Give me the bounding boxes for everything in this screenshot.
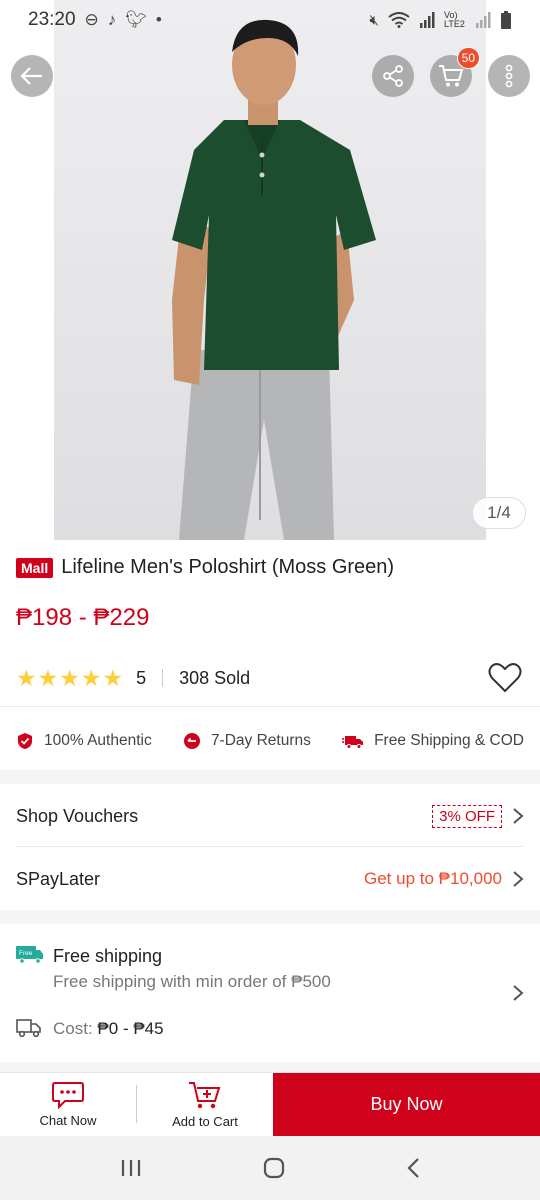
chevron-right-icon xyxy=(513,985,524,1001)
chat-now-label: Chat Now xyxy=(39,1113,97,1128)
guarantee-label: 7-Day Returns xyxy=(210,732,311,749)
cart-icon xyxy=(439,65,464,87)
delivery-truck-icon xyxy=(342,736,364,749)
chevron-right-icon xyxy=(513,808,524,824)
buy-now-label: Buy Now xyxy=(370,1094,443,1114)
voucher-tag: 3% OFF xyxy=(432,804,502,828)
status-left: 23:20 ⊖ ♪ 🐦︎ • xyxy=(28,9,162,31)
product-title-row: Mall Lifeline Men's Poloshirt (Moss Gree… xyxy=(16,556,526,579)
back-nav-icon[interactable] xyxy=(406,1157,420,1179)
guarantee-label: 100% Authentic xyxy=(44,732,152,749)
star-rating-icon: ★★★★★ xyxy=(16,664,125,691)
spaylater-row[interactable]: SPayLater Get up to ₱10,000 xyxy=(16,848,524,910)
share-icon xyxy=(383,65,403,87)
shop-vouchers-label: Shop Vouchers xyxy=(16,805,139,826)
rating-row: ★★★★★ 5 308 Sold xyxy=(16,662,526,694)
signal-2-icon xyxy=(476,12,491,28)
mute-icon: 🔇︎ xyxy=(369,11,379,29)
model-figure-image xyxy=(172,19,376,540)
lte-icon: Vo) LTE2 xyxy=(444,10,465,29)
battery-icon xyxy=(501,11,511,29)
recent-apps-icon[interactable] xyxy=(120,1158,142,1178)
status-bar: 23:20 ⊖ ♪ 🐦︎ • 🔇︎ Vo) LTE2 xyxy=(0,0,540,40)
tiktok-icon: ♪ xyxy=(107,10,117,29)
free-shipping-subtitle: Free shipping with min order of ₱500 xyxy=(53,972,331,991)
guarantee-authentic: 100% Authentic xyxy=(16,732,152,750)
add-to-cart-button[interactable]: Add to Cart xyxy=(137,1073,273,1136)
spaylater-offer: Get up to ₱10,000 xyxy=(364,869,502,888)
cart-count-badge: 50 xyxy=(456,47,480,69)
divider-line xyxy=(16,846,524,847)
like-heart-icon[interactable] xyxy=(488,662,522,694)
guarantee-row[interactable]: 100% Authentic 7-Day Returns Free Shippi… xyxy=(0,720,540,762)
divider-line xyxy=(0,706,540,707)
shipping-cost-label: Cost: xyxy=(53,1019,93,1038)
home-icon[interactable] xyxy=(262,1156,286,1180)
mall-badge: Mall xyxy=(16,557,54,578)
guarantee-shipping: Free Shipping & COD xyxy=(342,732,524,750)
twitter-icon: 🐦︎ xyxy=(125,10,147,29)
bottom-action-bar: Chat Now Add to Cart Buy Now xyxy=(0,1072,540,1136)
dnd-icon: ⊖ xyxy=(84,10,99,29)
more-vertical-icon xyxy=(505,64,513,88)
guarantee-returns: 7-Day Returns xyxy=(183,732,311,750)
divider xyxy=(162,669,164,687)
wifi-icon xyxy=(388,12,410,28)
buy-now-button[interactable]: Buy Now xyxy=(273,1073,540,1136)
status-time: 23:20 xyxy=(28,9,76,30)
section-gap xyxy=(0,1062,540,1072)
guarantee-label: Free Shipping & COD xyxy=(374,732,524,749)
section-gap xyxy=(0,910,540,924)
image-counter: 1/4 xyxy=(472,497,526,529)
free-shipping-icon: Free xyxy=(16,946,43,964)
signal-icon xyxy=(420,12,435,28)
add-to-cart-label: Add to Cart xyxy=(172,1114,238,1129)
spaylater-right: Get up to ₱10,000 xyxy=(364,869,524,889)
free-shipping-title: Free shipping xyxy=(53,946,163,966)
return-icon xyxy=(183,733,200,749)
system-nav-bar xyxy=(0,1136,540,1200)
rating-value: 5 xyxy=(136,667,147,688)
shop-vouchers-row[interactable]: Shop Vouchers 3% OFF xyxy=(16,785,524,847)
shop-vouchers-right: 3% OFF xyxy=(432,804,524,828)
more-options-button[interactable] xyxy=(488,55,530,97)
chat-now-button[interactable]: Chat Now xyxy=(0,1073,136,1136)
product-title: Lifeline Men's Poloshirt (Moss Green) xyxy=(61,556,395,578)
section-gap xyxy=(0,770,540,784)
spaylater-label: SPayLater xyxy=(16,868,101,889)
free-badge-text: Free xyxy=(19,950,33,957)
arrow-left-icon xyxy=(20,67,42,85)
cart-button[interactable]: 50 xyxy=(430,47,480,97)
sold-count: 308 Sold xyxy=(179,667,251,688)
chevron-right-icon xyxy=(513,871,524,887)
truck-icon xyxy=(16,1019,41,1038)
dot-icon: • xyxy=(155,10,162,29)
add-to-cart-icon xyxy=(189,1082,221,1109)
product-photo xyxy=(54,0,486,540)
shield-check-icon xyxy=(18,733,32,749)
back-button[interactable] xyxy=(11,55,53,97)
shipping-cost-value: ₱0 - ₱45 xyxy=(97,1019,164,1038)
shipping-cost: Cost: ₱0 - ₱45 xyxy=(53,1019,164,1039)
chat-icon xyxy=(52,1082,84,1109)
product-price: ₱198 - ₱229 xyxy=(16,604,150,631)
shipping-section[interactable]: Free Free shipping Free shipping with mi… xyxy=(16,938,524,1058)
share-button[interactable] xyxy=(372,55,414,97)
status-right: 🔇︎ Vo) LTE2 xyxy=(370,11,512,29)
